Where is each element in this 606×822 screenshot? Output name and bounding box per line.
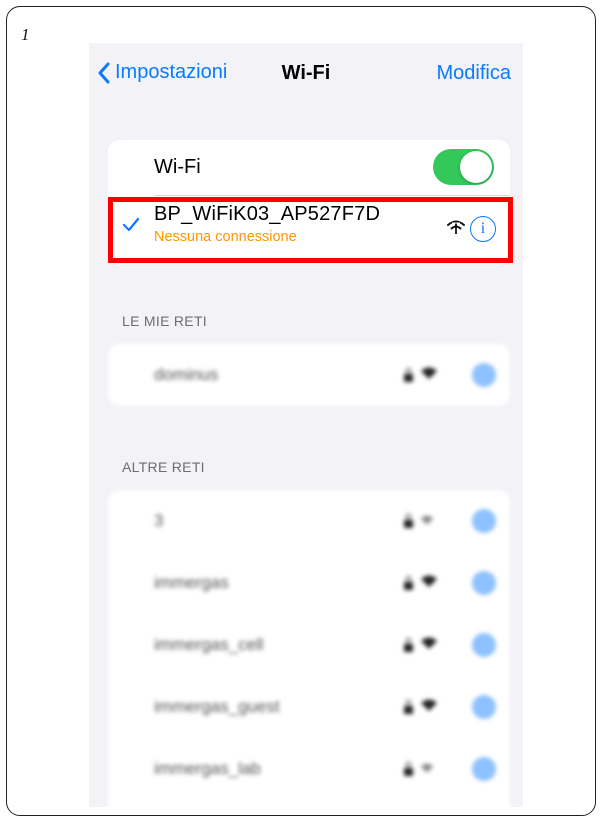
my-networks-header: LE MIE RETI (122, 313, 207, 329)
wifi-signal-icon (421, 367, 437, 379)
info-icon[interactable] (472, 695, 496, 719)
wifi-signal-icon (421, 637, 437, 649)
info-icon[interactable] (472, 571, 496, 595)
info-icon[interactable] (472, 509, 496, 533)
lock-icon (404, 700, 413, 714)
wifi-label: Wi-Fi (154, 156, 201, 178)
lock-icon (404, 762, 413, 776)
other-networks-header: ALTRE RETI (122, 459, 205, 475)
network-name: immergas_guest (154, 697, 280, 716)
toggle-knob (460, 151, 492, 183)
other-networks-card: 3 immergas immergas_cell immergas_guest … (108, 490, 510, 807)
network-name: dominus (154, 365, 219, 384)
list-item[interactable]: immergas_lab (108, 738, 510, 800)
info-icon[interactable] (472, 363, 496, 387)
list-item[interactable]: immergas (108, 552, 510, 614)
my-networks-card: dominus (108, 344, 510, 406)
list-item[interactable]: 3 (108, 490, 510, 552)
list-item[interactable]: immergas_guest (108, 676, 510, 738)
network-name: immergas_lab (154, 759, 261, 778)
info-icon[interactable] (472, 757, 496, 781)
lock-icon (404, 638, 413, 652)
phone-screen: Impostazioni Wi-Fi Modifica Wi-Fi BP_WiF… (89, 43, 523, 807)
network-name: immergas (154, 573, 229, 592)
edit-button[interactable]: Modifica (437, 62, 511, 85)
wifi-signal-icon (420, 763, 434, 773)
lock-icon (404, 368, 413, 382)
list-item[interactable]: dominus (108, 344, 510, 406)
lock-icon (404, 576, 413, 590)
network-name: immergas_cell (154, 635, 264, 654)
lock-icon (404, 514, 413, 528)
wifi-toggle[interactable] (433, 149, 494, 185)
wifi-signal-icon (421, 575, 437, 587)
highlight-box (108, 197, 513, 263)
wifi-signal-icon (420, 515, 434, 525)
step-number: 1 (21, 25, 30, 44)
info-icon[interactable] (472, 633, 496, 657)
wifi-signal-icon (421, 699, 437, 711)
navigation-bar: Impostazioni Wi-Fi Modifica (89, 43, 523, 103)
network-name: 3 (154, 511, 164, 530)
wifi-toggle-row: Wi-Fi (108, 140, 510, 195)
list-item[interactable]: immergas_cell (108, 614, 510, 676)
